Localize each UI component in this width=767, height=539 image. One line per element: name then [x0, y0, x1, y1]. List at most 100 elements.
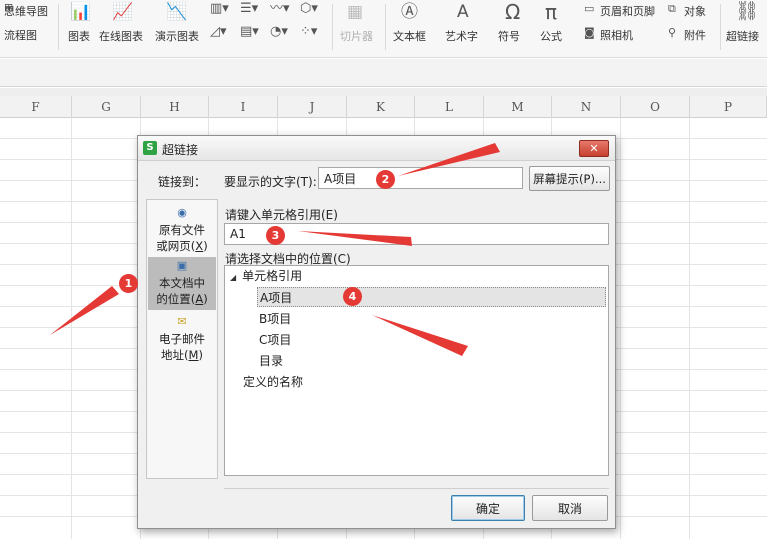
- tree-item-c[interactable]: C项目: [259, 330, 291, 350]
- collapse-triangle-icon[interactable]: ◢: [230, 273, 236, 282]
- ribbon-separator: [58, 4, 59, 50]
- accelerator-key: A: [195, 292, 204, 306]
- radar-chart-dropdown-icon[interactable]: ⬡▾: [300, 2, 318, 15]
- ribbon-separator: [385, 4, 386, 50]
- ribbon-toolbar: ⊞ 思维导图 流程图 📊 图表 📈 在线图表 📉 演示图表 ▥▾ ☰▾ 〰▾ ⬡…: [0, 0, 767, 58]
- link-type-label: ): [198, 348, 203, 362]
- column-header: F G H I J K L M N O P: [0, 96, 767, 118]
- accelerator-key: M: [188, 348, 199, 362]
- link-to-label: 链接到：: [158, 175, 207, 189]
- column-header-k[interactable]: K: [347, 96, 415, 118]
- symbol-button[interactable]: 符号: [498, 28, 520, 44]
- annotation-badge-4: 4: [343, 287, 362, 306]
- screen-tip-button[interactable]: 屏幕提示(P)...: [529, 166, 610, 191]
- column-header-j[interactable]: J: [278, 96, 347, 118]
- column-header-n[interactable]: N: [552, 96, 621, 118]
- ribbon-separator: [720, 4, 721, 50]
- sheet-toolbar-gap: [0, 88, 767, 96]
- annotation-badge-1: 1: [119, 274, 138, 293]
- link-type-label: ): [203, 292, 208, 306]
- dialog-divider: [224, 488, 609, 489]
- demo-chart-button[interactable]: 演示图表: [155, 28, 199, 44]
- grid-line: [620, 118, 621, 539]
- scatter-chart-dropdown-icon[interactable]: ⁘▾: [300, 25, 317, 38]
- column-header-i[interactable]: I: [209, 96, 278, 118]
- link-type-label: 本文档中: [159, 276, 205, 290]
- link-type-existing-file[interactable]: ◉ 原有文件 或网页(X): [148, 204, 216, 256]
- mindmap-button[interactable]: 思维导图: [4, 3, 48, 19]
- link-type-label: ): [203, 239, 208, 253]
- object-button[interactable]: 对象: [684, 3, 706, 19]
- area-chart-dropdown-icon[interactable]: ◿▾: [210, 25, 227, 38]
- grid-line: [71, 118, 72, 539]
- camera-icon: ◙: [584, 26, 595, 39]
- hyperlink-icon: ⛓: [735, 0, 760, 22]
- link-type-label: 电子邮件: [159, 332, 205, 346]
- link-type-label: 或网页(: [156, 239, 196, 253]
- slicer-icon: ▦: [347, 2, 364, 22]
- chart-button[interactable]: 图表: [68, 28, 90, 44]
- column-header-h[interactable]: H: [141, 96, 209, 118]
- attachment-icon: ⚲: [668, 26, 677, 39]
- symbol-icon: Ω: [505, 0, 521, 24]
- stock-chart-dropdown-icon[interactable]: ▤▾: [240, 25, 259, 38]
- link-type-email[interactable]: ✉ 电子邮件 地址(M): [148, 313, 216, 365]
- wps-logo-icon: S: [143, 141, 157, 155]
- annotation-badge-3: 3: [266, 226, 285, 245]
- document-location-tree: ◢ 单元格引用 A项目 B项目 C项目 目录 定义的名称: [224, 265, 609, 476]
- camera-button[interactable]: 照相机: [600, 27, 633, 43]
- document-place-icon: ▣: [176, 259, 188, 272]
- column-header-g[interactable]: G: [72, 96, 141, 118]
- slicer-button[interactable]: 切片器: [340, 28, 373, 44]
- ribbon-separator: [332, 4, 333, 50]
- accelerator-key: X: [195, 239, 204, 253]
- hyperlink-button[interactable]: 超链接: [726, 28, 759, 44]
- online-chart-icon: 📈: [112, 2, 134, 22]
- column-header-p[interactable]: P: [690, 96, 767, 118]
- tree-item-directory[interactable]: 目录: [259, 351, 283, 371]
- column-header-o[interactable]: O: [621, 96, 690, 118]
- close-button[interactable]: ✕: [579, 140, 609, 157]
- link-type-label: 的位置(: [156, 292, 196, 306]
- annotation-badge-2: 2: [376, 170, 395, 189]
- cell-ref-label: 请键入单元格引用(E): [225, 208, 338, 222]
- tree-item-b[interactable]: B项目: [259, 309, 291, 329]
- column-header-f[interactable]: F: [0, 96, 72, 118]
- grid-line: [689, 118, 690, 539]
- flowchart-button[interactable]: 流程图: [4, 27, 37, 43]
- email-icon: ✉: [177, 315, 187, 328]
- column-chart-dropdown-icon[interactable]: ☰▾: [240, 2, 258, 15]
- formula-icon: π: [545, 0, 558, 24]
- display-text-label: 要显示的文字(T):: [224, 175, 317, 189]
- dialog-title-bar[interactable]: S 超链接 ✕: [138, 136, 615, 161]
- dialog-title: 超链接: [162, 143, 199, 157]
- textbox-icon: Ⓐ: [401, 2, 418, 22]
- bar-chart-dropdown-icon[interactable]: ▥▾: [210, 2, 229, 15]
- column-header-m[interactable]: M: [484, 96, 552, 118]
- wordart-button[interactable]: 艺术字: [445, 28, 478, 44]
- demo-chart-icon: 📉: [166, 2, 188, 22]
- column-header-l[interactable]: L: [415, 96, 484, 118]
- header-footer-icon: ▭: [584, 2, 595, 15]
- link-type-panel: ◉ 原有文件 或网页(X) ▣ 本文档中 的位置(A) ✉ 电子邮件 地址(M): [146, 199, 218, 479]
- tree-group-cell-reference[interactable]: ◢ 单元格引用: [230, 266, 302, 286]
- line-chart-dropdown-icon[interactable]: 〰▾: [270, 2, 290, 15]
- attachment-button[interactable]: 附件: [684, 27, 706, 43]
- online-chart-button[interactable]: 在线图表: [99, 28, 143, 44]
- ok-button[interactable]: 确定: [451, 495, 525, 521]
- header-footer-button[interactable]: 页眉和页脚: [600, 3, 655, 19]
- pie-chart-dropdown-icon[interactable]: ◔▾: [270, 25, 288, 38]
- formula-button[interactable]: 公式: [540, 28, 562, 44]
- tree-group-defined-names[interactable]: 定义的名称: [243, 372, 303, 392]
- link-type-this-document[interactable]: ▣ 本文档中 的位置(A): [148, 257, 216, 310]
- textbox-button[interactable]: 文本框: [393, 28, 426, 44]
- tree-item-a[interactable]: A项目: [257, 287, 606, 307]
- display-text-input[interactable]: [318, 167, 523, 189]
- formula-bar[interactable]: [0, 59, 767, 87]
- web-page-icon: ◉: [177, 206, 187, 219]
- chart-icon: 📊: [70, 2, 92, 22]
- object-icon: ⧉: [668, 2, 676, 15]
- link-type-label: 原有文件: [159, 223, 205, 237]
- cancel-button[interactable]: 取消: [532, 495, 608, 521]
- link-type-label: 地址(: [161, 348, 189, 362]
